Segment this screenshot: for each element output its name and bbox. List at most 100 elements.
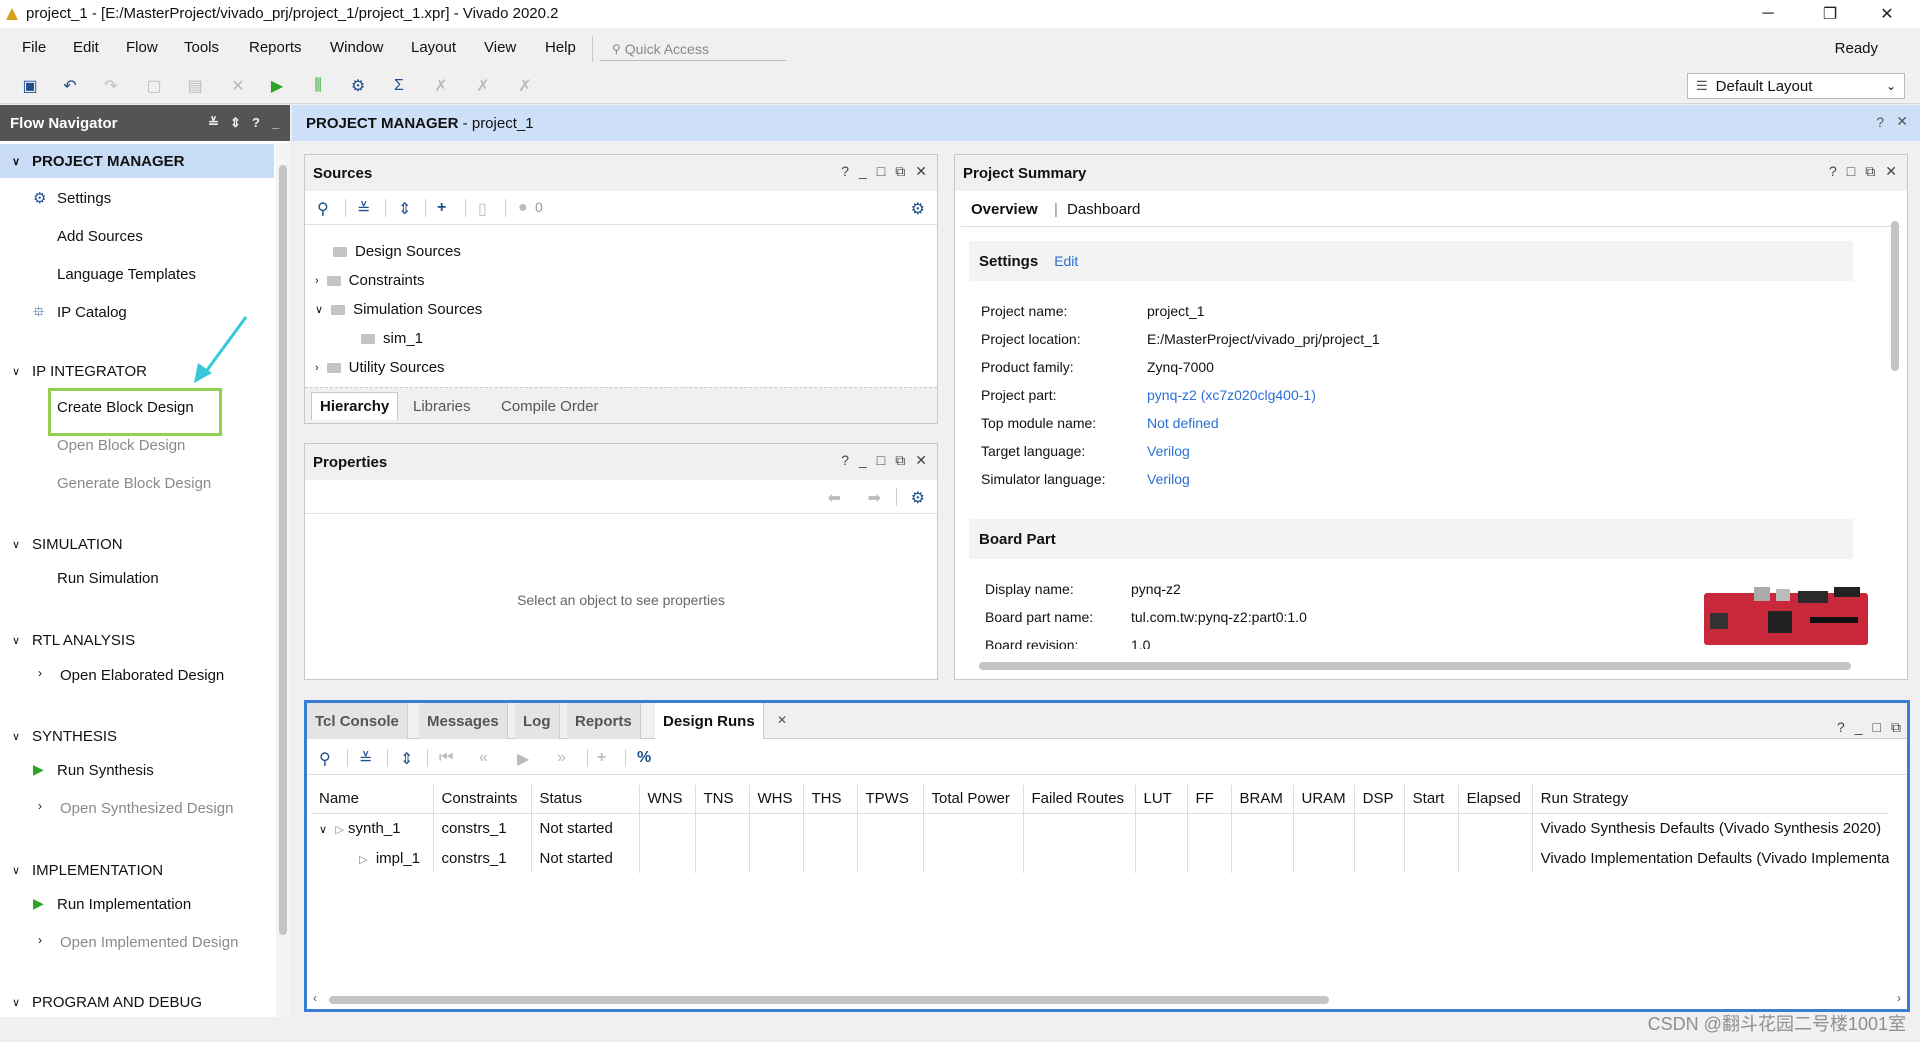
tab-reports[interactable]: Reports: [567, 703, 641, 739]
nav-ip-catalog[interactable]: IP Catalog: [57, 304, 127, 321]
mark-icon[interactable]: ✗: [474, 77, 492, 95]
tree-item[interactable]: ∨ Simulation Sources: [315, 301, 482, 318]
float-icon[interactable]: ⧉: [1891, 719, 1901, 736]
layout-select[interactable]: ☰ Default Layout ⌄: [1687, 73, 1905, 99]
column-header[interactable]: URAM: [1293, 785, 1355, 814]
minimize-icon[interactable]: _: [272, 115, 279, 130]
menu-layout[interactable]: Layout: [411, 39, 456, 56]
close-icon[interactable]: ✕: [1896, 113, 1908, 130]
menu-flow[interactable]: Flow: [126, 39, 158, 56]
column-header[interactable]: Status: [531, 785, 640, 814]
column-header[interactable]: Name: [311, 785, 434, 814]
chevron-right-icon[interactable]: ›: [38, 666, 42, 680]
column-header[interactable]: Elapsed: [1458, 785, 1533, 814]
tab-dashboard[interactable]: Dashboard: [1067, 201, 1140, 218]
nav-open-elaborated-design[interactable]: Open Elaborated Design: [60, 667, 224, 684]
gear-icon[interactable]: ⚙: [911, 488, 925, 508]
minimize-icon[interactable]: _: [859, 163, 867, 180]
tab-hierarchy[interactable]: Hierarchy: [311, 392, 399, 420]
section-synthesis[interactable]: ∨ SYNTHESIS: [0, 719, 274, 753]
design-runs-scrollbar[interactable]: ‹ ›: [311, 991, 1905, 1007]
column-header[interactable]: Failed Routes: [1023, 785, 1136, 814]
top-module-link[interactable]: Not defined: [1147, 415, 1219, 431]
tab-messages[interactable]: Messages: [419, 703, 508, 739]
add-icon[interactable]: +: [597, 749, 606, 767]
column-header[interactable]: TNS: [695, 785, 750, 814]
tree-item[interactable]: Design Sources: [333, 243, 461, 260]
open-project-icon[interactable]: ▣: [21, 77, 39, 95]
maximize-icon[interactable]: □: [877, 163, 885, 180]
project-part-link[interactable]: pynq-z2 (xc7z020clg400-1): [1147, 387, 1316, 403]
undo-icon[interactable]: ↶: [61, 77, 79, 95]
forward-arrow-icon[interactable]: ➡: [868, 488, 881, 508]
menu-reports[interactable]: Reports: [249, 39, 302, 56]
expand-all-icon[interactable]: ⇕: [230, 115, 241, 131]
tab-compile-order[interactable]: Compile Order: [493, 392, 607, 420]
tab-tcl-console[interactable]: Tcl Console: [307, 703, 408, 739]
column-header[interactable]: DSP: [1354, 785, 1405, 814]
column-header[interactable]: THS: [803, 785, 858, 814]
redo-icon[interactable]: ↷: [102, 77, 120, 95]
minimize-icon[interactable]: _: [859, 452, 867, 469]
restore-button[interactable]: ❐: [1801, 0, 1859, 28]
run-icon[interactable]: ▶: [268, 77, 286, 95]
section-simulation[interactable]: ∨ SIMULATION: [0, 527, 274, 561]
summary-horizontal-scrollbar[interactable]: [963, 659, 1893, 673]
minimize-icon[interactable]: _: [1855, 719, 1863, 736]
section-implementation[interactable]: ∨ IMPLEMENTATION: [0, 853, 274, 887]
add-icon[interactable]: +: [437, 199, 446, 217]
column-header[interactable]: WHS: [749, 785, 804, 814]
menu-tools[interactable]: Tools: [184, 39, 219, 56]
nav-open-synthesized-design[interactable]: Open Synthesized Design: [60, 800, 233, 817]
chevron-right-icon[interactable]: ›: [38, 933, 42, 947]
clear-icon[interactable]: ✗: [516, 77, 534, 95]
tab-libraries[interactable]: Libraries: [405, 392, 479, 420]
simulator-language-link[interactable]: Verilog: [1147, 471, 1190, 487]
edit-link[interactable]: Edit: [1054, 253, 1078, 269]
help-icon[interactable]: ?: [1837, 719, 1845, 736]
chevron-down-icon[interactable]: ∨: [319, 824, 327, 836]
chevron-right-icon[interactable]: ›: [38, 799, 42, 813]
menu-window[interactable]: Window: [330, 39, 383, 56]
close-icon[interactable]: ✕: [915, 163, 927, 180]
copy-icon[interactable]: ▢: [145, 77, 163, 95]
maximize-icon[interactable]: □: [1873, 719, 1881, 736]
column-header[interactable]: Start: [1404, 785, 1459, 814]
section-program-and-debug[interactable]: ∨ PROGRAM AND DEBUG: [0, 987, 274, 1017]
tree-item[interactable]: › Utility Sources: [315, 359, 445, 376]
percent-icon[interactable]: %: [637, 749, 651, 767]
delete-icon[interactable]: ✕: [229, 77, 247, 95]
sigma-icon[interactable]: Σ: [390, 77, 408, 95]
column-header[interactable]: LUT: [1135, 785, 1188, 814]
back-arrow-icon[interactable]: ⬅: [828, 488, 841, 508]
tab-overview[interactable]: Overview: [971, 201, 1038, 218]
fast-forward-icon[interactable]: »: [557, 749, 566, 767]
nav-run-simulation[interactable]: Run Simulation: [57, 570, 159, 587]
nav-open-implemented-design[interactable]: Open Implemented Design: [60, 934, 238, 951]
collapse-all-icon[interactable]: ≚: [359, 749, 372, 769]
nav-generate-block-design[interactable]: Generate Block Design: [57, 475, 211, 492]
column-header[interactable]: BRAM: [1231, 785, 1294, 814]
program-icon[interactable]: ⫼: [309, 77, 327, 95]
nav-run-synthesis[interactable]: Run Synthesis: [57, 762, 154, 779]
nav-settings[interactable]: Settings: [57, 190, 111, 207]
first-icon[interactable]: ⏮: [439, 749, 453, 767]
maximize-icon[interactable]: □: [1847, 163, 1855, 180]
menu-edit[interactable]: Edit: [73, 39, 99, 56]
help-icon[interactable]: ?: [1876, 114, 1884, 130]
nav-run-implementation[interactable]: Run Implementation: [57, 896, 191, 913]
menu-view[interactable]: View: [484, 39, 516, 56]
help-icon[interactable]: ?: [252, 115, 260, 130]
expand-all-icon[interactable]: ⇕: [398, 199, 411, 219]
minimize-button[interactable]: ─: [1739, 0, 1797, 28]
column-header[interactable]: TPWS: [857, 785, 924, 814]
target-language-link[interactable]: Verilog: [1147, 443, 1190, 459]
column-header[interactable]: WNS: [639, 785, 696, 814]
help-icon[interactable]: ?: [841, 452, 849, 469]
nav-add-sources[interactable]: Add Sources: [57, 228, 143, 245]
menu-file[interactable]: File: [22, 39, 46, 56]
summary-vertical-scrollbar[interactable]: [1889, 205, 1901, 665]
search-icon[interactable]: ⚲: [319, 749, 331, 769]
tree-item[interactable]: › Constraints: [315, 272, 425, 289]
paste-icon[interactable]: ▤: [186, 77, 204, 95]
